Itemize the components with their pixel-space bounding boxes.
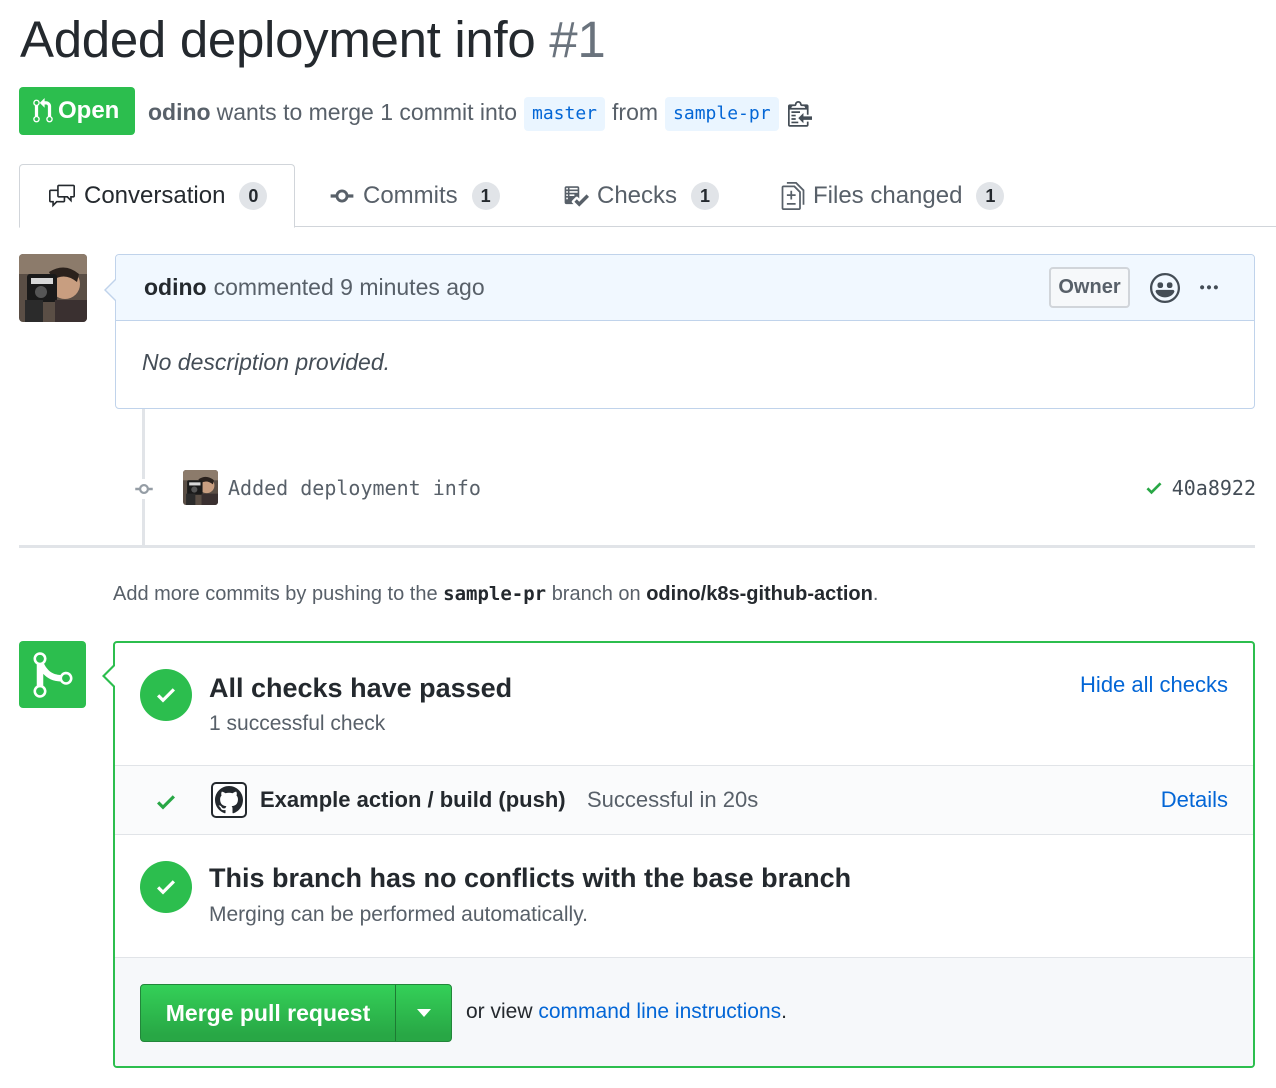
avatar-image — [19, 254, 87, 322]
check-status: Successful in 20s — [587, 787, 759, 812]
tab-checks[interactable]: Checks 1 — [563, 164, 720, 227]
checks-summary: All checks have passed 1 successful chec… — [115, 643, 1253, 765]
merge-button-group: Merge pull request — [140, 984, 452, 1042]
push-hint-branch: sample-pr — [443, 583, 547, 605]
tab-checks-count: 1 — [691, 181, 720, 210]
timeline-commit: Added deployment info 40a8922 — [130, 468, 1256, 508]
comment-body: No description provided. — [142, 349, 391, 375]
pr-meta: odino wants to merge 1 commit into maste… — [148, 95, 812, 131]
conflicts-title: This branch has no conflicts with the ba… — [209, 863, 852, 893]
owner-badge: Owner — [1049, 267, 1130, 308]
comment-pointer-inner — [106, 280, 116, 300]
tab-conversation-label: Conversation — [84, 182, 226, 209]
mergebox-pointer-inner — [105, 666, 115, 686]
comment-box: odino commented 9 minutes ago Owner No d… — [115, 254, 1255, 409]
commit-avatar-image — [183, 470, 218, 505]
tab-commits[interactable]: Commits 1 — [329, 164, 500, 227]
base-branch[interactable]: master — [524, 97, 606, 131]
commit-sha-link[interactable]: 40a8922 — [1172, 476, 1256, 500]
git-pull-request-icon — [33, 98, 53, 123]
tab-checks-label: Checks — [597, 181, 678, 209]
push-hint-repo[interactable]: odino/k8s-github-action — [646, 583, 873, 605]
conflicts-status-circle — [140, 861, 192, 913]
commit-avatar[interactable] — [183, 470, 218, 505]
triangle-down-icon — [416, 1009, 431, 1017]
checks-status-circle — [140, 669, 192, 721]
push-hint-middle: branch on — [551, 583, 641, 605]
merge-actions: Merge pull request or view command line … — [115, 957, 1253, 1066]
timeline-divider — [19, 545, 1255, 548]
tab-files-count: 1 — [976, 181, 1005, 210]
check-item: Example action / build (push) Successful… — [115, 765, 1253, 835]
push-hint-suffix: . — [872, 583, 879, 605]
pr-state-badge: Open — [19, 87, 135, 135]
comment-discussion-icon — [49, 184, 75, 208]
check-icon — [157, 688, 175, 703]
merge-alt-suffix: . — [781, 1000, 787, 1023]
git-commit-icon — [330, 189, 354, 202]
kebab-horizontal-icon[interactable] — [1196, 277, 1222, 299]
pr-author-link[interactable]: odino — [148, 99, 211, 126]
merge-box: All checks have passed 1 successful chec… — [113, 641, 1255, 1068]
pr-from-text: from — [612, 98, 659, 125]
tab-commits-count: 1 — [471, 181, 500, 210]
merge-pull-request-button[interactable]: Merge pull request — [141, 985, 396, 1041]
comment-header: odino commented 9 minutes ago Owner — [116, 255, 1254, 321]
head-branch[interactable]: sample-pr — [665, 97, 779, 131]
merge-alt-prefix: or view — [466, 1000, 533, 1023]
comment-author[interactable]: odino — [144, 274, 207, 301]
push-hint: Add more commits by pushing to the sampl… — [113, 583, 878, 606]
tab-files-label: Files changed — [813, 181, 963, 209]
check-name: Example action / build (push) — [260, 787, 566, 812]
push-hint-prefix: Add more commits by pushing to the — [113, 583, 438, 605]
pr-state-label: Open — [58, 97, 120, 124]
command-line-instructions-link[interactable]: command line instructions — [538, 1000, 781, 1023]
pr-title: Added deployment info #1 — [20, 10, 606, 69]
pr-merge-text: wants to merge 1 commit into — [216, 98, 517, 125]
clipboard-icon[interactable] — [787, 99, 812, 127]
merge-alt-text: or view command line instructions. — [466, 1000, 787, 1024]
avatar[interactable] — [19, 254, 87, 322]
commit-message-link[interactable]: Added deployment info — [228, 476, 481, 500]
merge-method-dropdown[interactable] — [396, 985, 451, 1041]
tab-conversation-count: 0 — [239, 182, 268, 210]
check-details-link[interactable]: Details — [1161, 787, 1228, 813]
pr-number: #1 — [549, 11, 606, 68]
git-merge-icon — [33, 651, 72, 698]
checks-subtitle: 1 successful check — [209, 712, 386, 735]
comment-timestamp[interactable]: commented 9 minutes ago — [214, 274, 485, 301]
hide-checks-link[interactable]: Hide all checks — [1080, 672, 1228, 698]
tab-files-changed[interactable]: Files changed 1 — [781, 164, 1005, 227]
pr-tabs: Conversation 0 Commits 1 Checks 1 Files … — [19, 164, 1276, 228]
tab-conversation[interactable]: Conversation 0 — [19, 164, 295, 228]
commit-sha-group: 40a8922 — [1144, 476, 1256, 500]
checks-title: All checks have passed — [209, 673, 513, 703]
conflicts-subtitle: Merging can be performed automatically. — [209, 903, 588, 926]
check-icon[interactable] — [1144, 478, 1164, 498]
checklist-icon — [564, 185, 589, 207]
conflicts-summary: This branch has no conflicts with the ba… — [115, 835, 1253, 957]
pr-title-text: Added deployment info — [20, 11, 536, 68]
tab-commits-label: Commits — [363, 181, 458, 209]
file-diff-icon — [781, 181, 805, 210]
git-commit-icon — [135, 479, 153, 499]
merge-status-icon — [19, 641, 86, 708]
smiley-icon[interactable] — [1150, 273, 1180, 303]
check-icon — [157, 880, 175, 895]
github-logo-icon — [211, 782, 247, 818]
check-icon — [157, 795, 175, 810]
